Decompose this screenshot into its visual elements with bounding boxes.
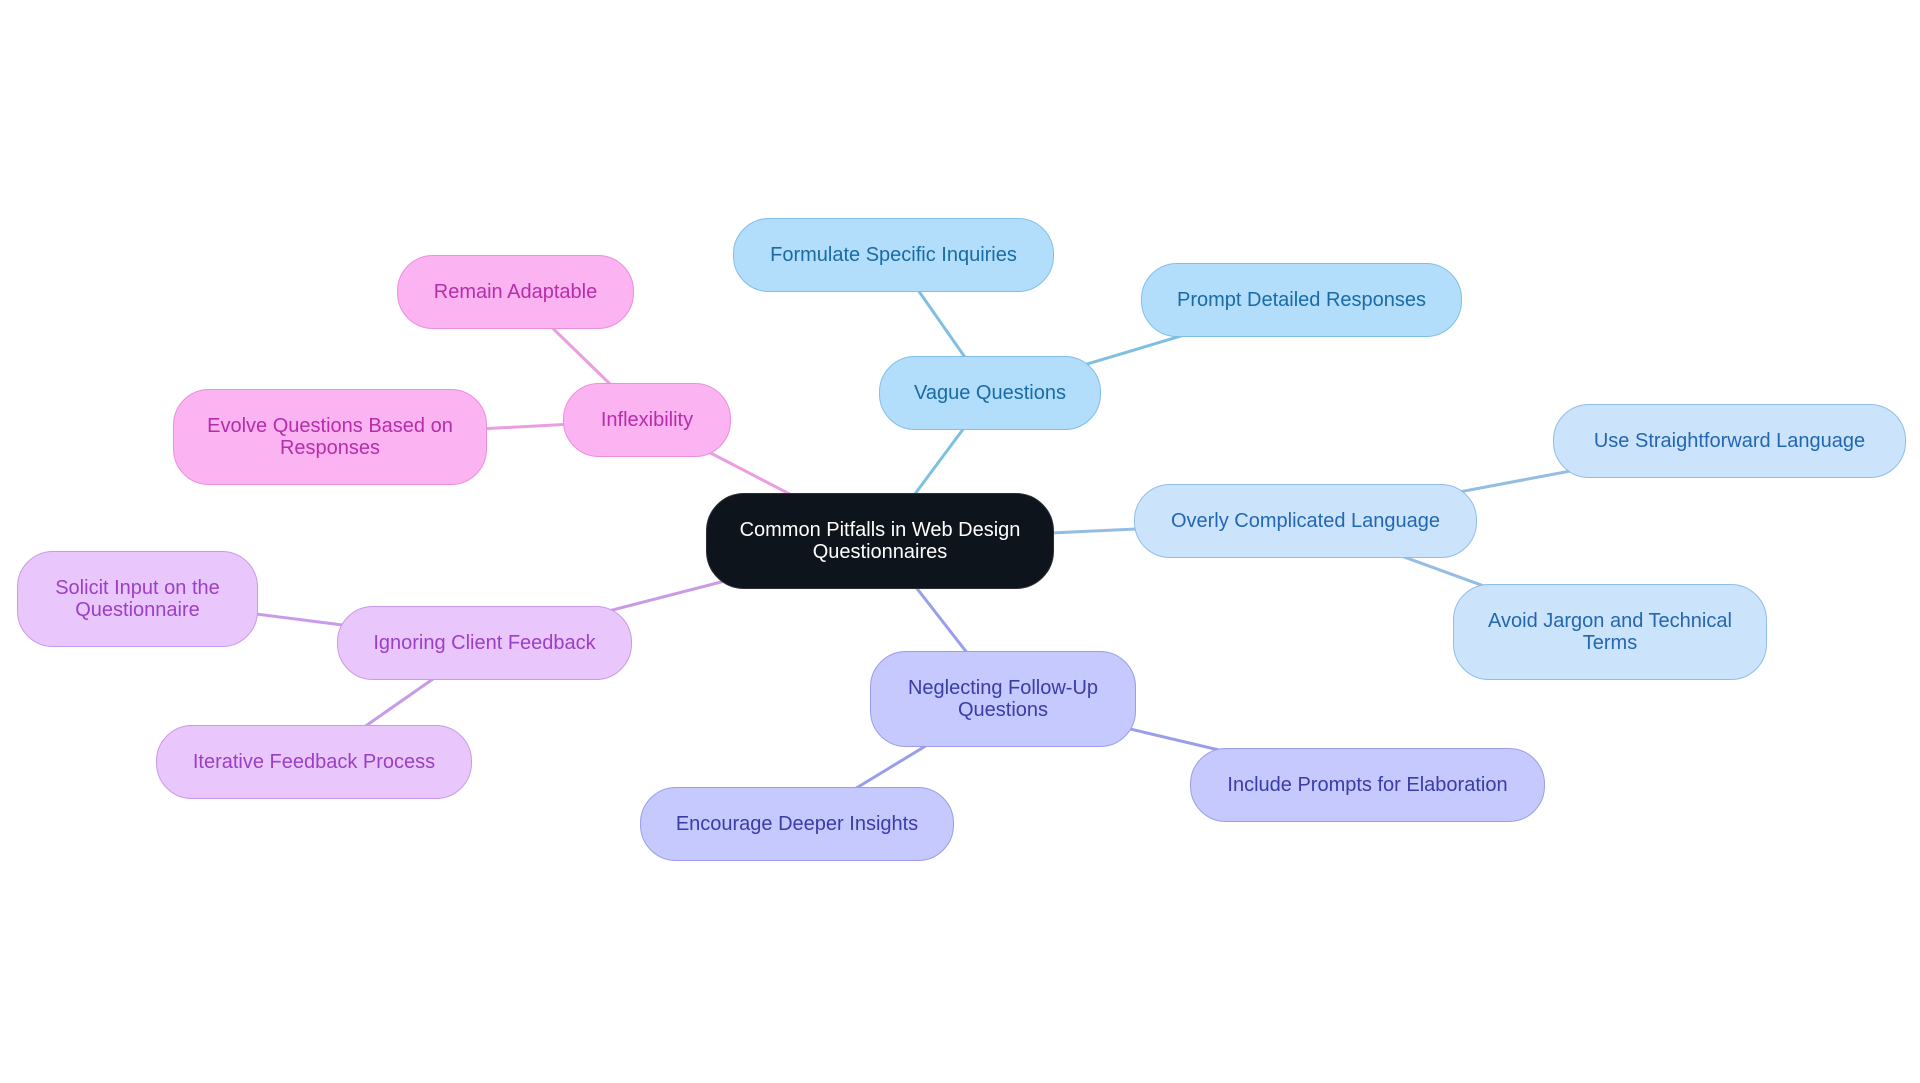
leaf-node-label: Solicit Input on the Questionnaire: [55, 577, 220, 621]
leaf-node-iterative-feedback-process[interactable]: Iterative Feedback Process: [156, 725, 472, 799]
leaf-node-label: Remain Adaptable: [433, 281, 598, 303]
branch-node-neglecting-follow-up-questions[interactable]: Neglecting Follow-Up Questions: [870, 651, 1136, 747]
leaf-node-avoid-jargon-and-technical-terms[interactable]: Avoid Jargon and Technical Terms: [1453, 584, 1767, 680]
leaf-node-label: Formulate Specific Inquiries: [770, 244, 1017, 266]
leaf-node-use-straightforward-language[interactable]: Use Straightforward Language: [1553, 404, 1906, 478]
leaf-node-evolve-questions-based-on-responses[interactable]: Evolve Questions Based on Responses: [173, 389, 487, 485]
leaf-node-label: Use Straightforward Language: [1593, 430, 1866, 452]
branch-node-overly-complicated-language[interactable]: Overly Complicated Language: [1134, 484, 1477, 558]
leaf-node-label: Prompt Detailed Responses: [1176, 289, 1426, 311]
leaf-node-solicit-input-on-the-questionnaire[interactable]: Solicit Input on the Questionnaire: [17, 551, 258, 647]
branch-node-label: Inflexibility: [600, 409, 694, 431]
branch-node-label: Vague Questions: [914, 382, 1066, 404]
leaf-node-label: Include Prompts for Elaboration: [1227, 774, 1508, 796]
branch-node-inflexibility[interactable]: Inflexibility: [563, 383, 731, 457]
branch-node-label: Overly Complicated Language: [1170, 510, 1441, 532]
leaf-node-encourage-deeper-insights[interactable]: Encourage Deeper Insights: [640, 787, 954, 861]
leaf-node-include-prompts-for-elaboration[interactable]: Include Prompts for Elaboration: [1190, 748, 1545, 822]
branch-node-ignoring-client-feedback[interactable]: Ignoring Client Feedback: [337, 606, 632, 680]
leaf-node-remain-adaptable[interactable]: Remain Adaptable: [397, 255, 634, 329]
branch-node-label: Ignoring Client Feedback: [373, 632, 596, 654]
leaf-node-label: Avoid Jargon and Technical Terms: [1488, 610, 1732, 654]
root-node[interactable]: Common Pitfalls in Web Design Questionna…: [706, 493, 1054, 589]
leaf-node-formulate-specific-inquiries[interactable]: Formulate Specific Inquiries: [733, 218, 1054, 292]
root-node-label: Common Pitfalls in Web Design Questionna…: [739, 519, 1021, 563]
branch-node-label: Neglecting Follow-Up Questions: [907, 677, 1099, 721]
leaf-node-label: Encourage Deeper Insights: [675, 813, 919, 835]
leaf-node-prompt-detailed-responses[interactable]: Prompt Detailed Responses: [1141, 263, 1462, 337]
branch-node-vague-questions[interactable]: Vague Questions: [879, 356, 1101, 430]
leaf-node-label: Iterative Feedback Process: [192, 751, 436, 773]
leaf-node-label: Evolve Questions Based on Responses: [207, 415, 453, 459]
